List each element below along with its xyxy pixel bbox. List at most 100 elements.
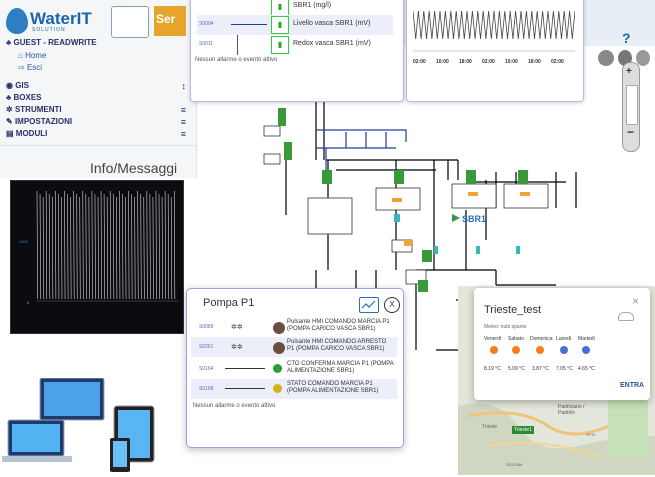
menu-impostazioni[interactable]: ✎ IMPOSTAZIONI	[6, 117, 72, 126]
menu-strumenti[interactable]: ✲ STRUMENTI	[6, 105, 62, 114]
trend-spike	[82, 190, 84, 300]
enter-button[interactable]: ENTRA	[620, 382, 644, 389]
signal-label: CTO CONFERMA MARCIA P1 (POMPA ALIMENTAZI…	[287, 361, 394, 374]
trend-spike	[85, 193, 87, 300]
menu-moduli-hamburger-icon[interactable]: ≡	[181, 129, 186, 139]
menu-gis-indicator: ↕	[181, 81, 187, 91]
trend-spike	[88, 196, 90, 300]
weather-card: Trieste_test Meteo: nubi sparse × Venerd…	[474, 288, 650, 400]
trend-spike	[55, 190, 57, 300]
menu-moduli[interactable]: ▤ MODULI	[6, 129, 47, 138]
signals-panel: ▮ SBR1 (mg/l) S0004 ▮ Livello vasca SBR1…	[190, 0, 404, 102]
trend-spike	[42, 196, 44, 300]
trend-spike	[106, 196, 109, 300]
map-label: SP11	[586, 432, 596, 437]
trend-spike	[100, 190, 102, 300]
pompa-row[interactable]: S0168 STATO COMANDO MARCIA P1 (POMPA ALI…	[191, 379, 397, 399]
exit-link[interactable]: ⇨ Esci	[18, 63, 42, 72]
trend-spike	[149, 193, 151, 300]
pompa-footer: Nessun allarme o evento attivo	[193, 403, 276, 409]
trend-spike	[70, 196, 72, 300]
trend-spike	[122, 193, 124, 300]
trend-chart	[413, 10, 575, 52]
layer-icon[interactable]	[598, 50, 614, 66]
trend-spike	[167, 193, 170, 300]
status-led-yellow	[273, 384, 282, 393]
home-link[interactable]: ⌂ Home	[18, 51, 46, 60]
signal-icon: ▮	[271, 36, 289, 54]
dark-axis-zero: 0	[27, 300, 30, 305]
signal-id: S0164	[199, 366, 214, 372]
signal-row[interactable]: S0011 ▮ Redox vasca SBR1 (mV)	[197, 35, 393, 55]
trend-spike	[48, 193, 51, 300]
menu-gis[interactable]: ◉ GIS	[6, 81, 29, 90]
signal-row[interactable]: S0004 ▮ Livello vasca SBR1 (mV)	[197, 15, 393, 35]
time-label: 02:00	[413, 59, 426, 65]
trend-spike	[91, 190, 93, 300]
signal-icon: ▮	[271, 0, 289, 16]
wateris-logo: WaterIT SOLUTION Ser	[6, 6, 186, 38]
layer-icon-3[interactable]	[636, 50, 650, 66]
cloud-icon	[618, 312, 634, 321]
tank-label: SBR1	[462, 214, 486, 224]
sidebar: WaterIT SOLUTION Ser ♣ GUEST - READWRITE…	[0, 0, 197, 178]
signal-id: S0168	[199, 386, 214, 392]
trend-spike	[103, 193, 105, 300]
weather-day: Lunedì	[556, 336, 572, 342]
trend-spike	[112, 193, 115, 300]
weather-temp: 5.09 °C	[508, 366, 525, 372]
water-drop-icon	[6, 8, 28, 34]
signal-label: Livello vasca SBR1 (mV)	[293, 20, 371, 27]
pompa-row[interactable]: S0089 ✲✲ Pulsante HMI COMANDO MARCIA P1 …	[191, 317, 397, 337]
trend-spike	[146, 190, 148, 300]
trend-spike	[109, 190, 112, 300]
weather-temp: 3.87 °C	[532, 366, 549, 372]
trend-spike	[119, 190, 121, 300]
menu-boxes[interactable]: ♣ BOXES	[6, 93, 42, 102]
zoom-out-icon[interactable]: −	[627, 125, 634, 139]
sun-icon	[536, 346, 544, 354]
menu-strumenti-hamburger-icon[interactable]: ≡	[181, 105, 186, 115]
divider	[0, 145, 196, 146]
time-label: 02:00	[551, 59, 564, 65]
play-icon[interactable]	[452, 214, 460, 222]
map-marker-label[interactable]: Trieste1	[512, 426, 534, 434]
pompa-row[interactable]: S0164 CTO CONFERMA MARCIA P1 (POMPA ALIM…	[191, 359, 397, 379]
time-label: 02:00	[482, 59, 495, 65]
trend-icon[interactable]	[359, 297, 379, 313]
help-button[interactable]: ?	[622, 30, 631, 46]
zoom-in-icon[interactable]: +	[626, 66, 632, 77]
menu-impostazioni-hamburger-icon[interactable]: ≡	[181, 117, 186, 127]
close-button[interactable]: X	[384, 297, 400, 313]
trend-spike	[143, 196, 145, 300]
signal-label: Pulsante HMI COMANDO ARRESTO P1 (POMPA C…	[287, 339, 387, 352]
devices-illustration	[2, 378, 155, 472]
map-label: Padriciano / Padriče	[558, 404, 585, 416]
zoom-track[interactable]	[626, 85, 638, 125]
trend-spike	[128, 190, 130, 300]
info-messages-title: Info/Messaggi	[90, 160, 178, 176]
trend-spike	[158, 193, 160, 300]
menu-label: BOXES	[13, 93, 42, 102]
signal-id: S0011	[199, 41, 214, 47]
weather-temp: 7.05 °C	[556, 366, 573, 372]
weather-temp: 4.65 °C	[578, 366, 595, 372]
close-icon[interactable]: ×	[632, 294, 639, 308]
trend-spike	[94, 193, 96, 300]
signal-id: S0004	[199, 21, 214, 27]
trend-spike	[58, 193, 60, 300]
pompa-title: Pompa P1	[203, 297, 255, 309]
trend-spike	[155, 190, 157, 300]
map-label: SS202dir	[506, 462, 523, 467]
weather-temp: 8.19 °C	[484, 366, 501, 372]
weather-day: Domenica	[530, 336, 553, 342]
pompa-row[interactable]: S0261 ✲✲ Pulsante HMI COMANDO ARRESTO P1…	[191, 337, 397, 357]
menu-label: GIS	[15, 81, 29, 90]
signal-label: STATO COMANDO MARCIA P1 (POMPA ALIMENTAZ…	[287, 381, 379, 394]
switch-icon	[225, 388, 265, 389]
weather-day: Martedì	[578, 336, 595, 342]
slider-line	[231, 24, 267, 25]
zoom-slider[interactable]: + −	[622, 62, 640, 152]
trend-spike	[76, 193, 78, 300]
trend-spike	[51, 196, 54, 300]
